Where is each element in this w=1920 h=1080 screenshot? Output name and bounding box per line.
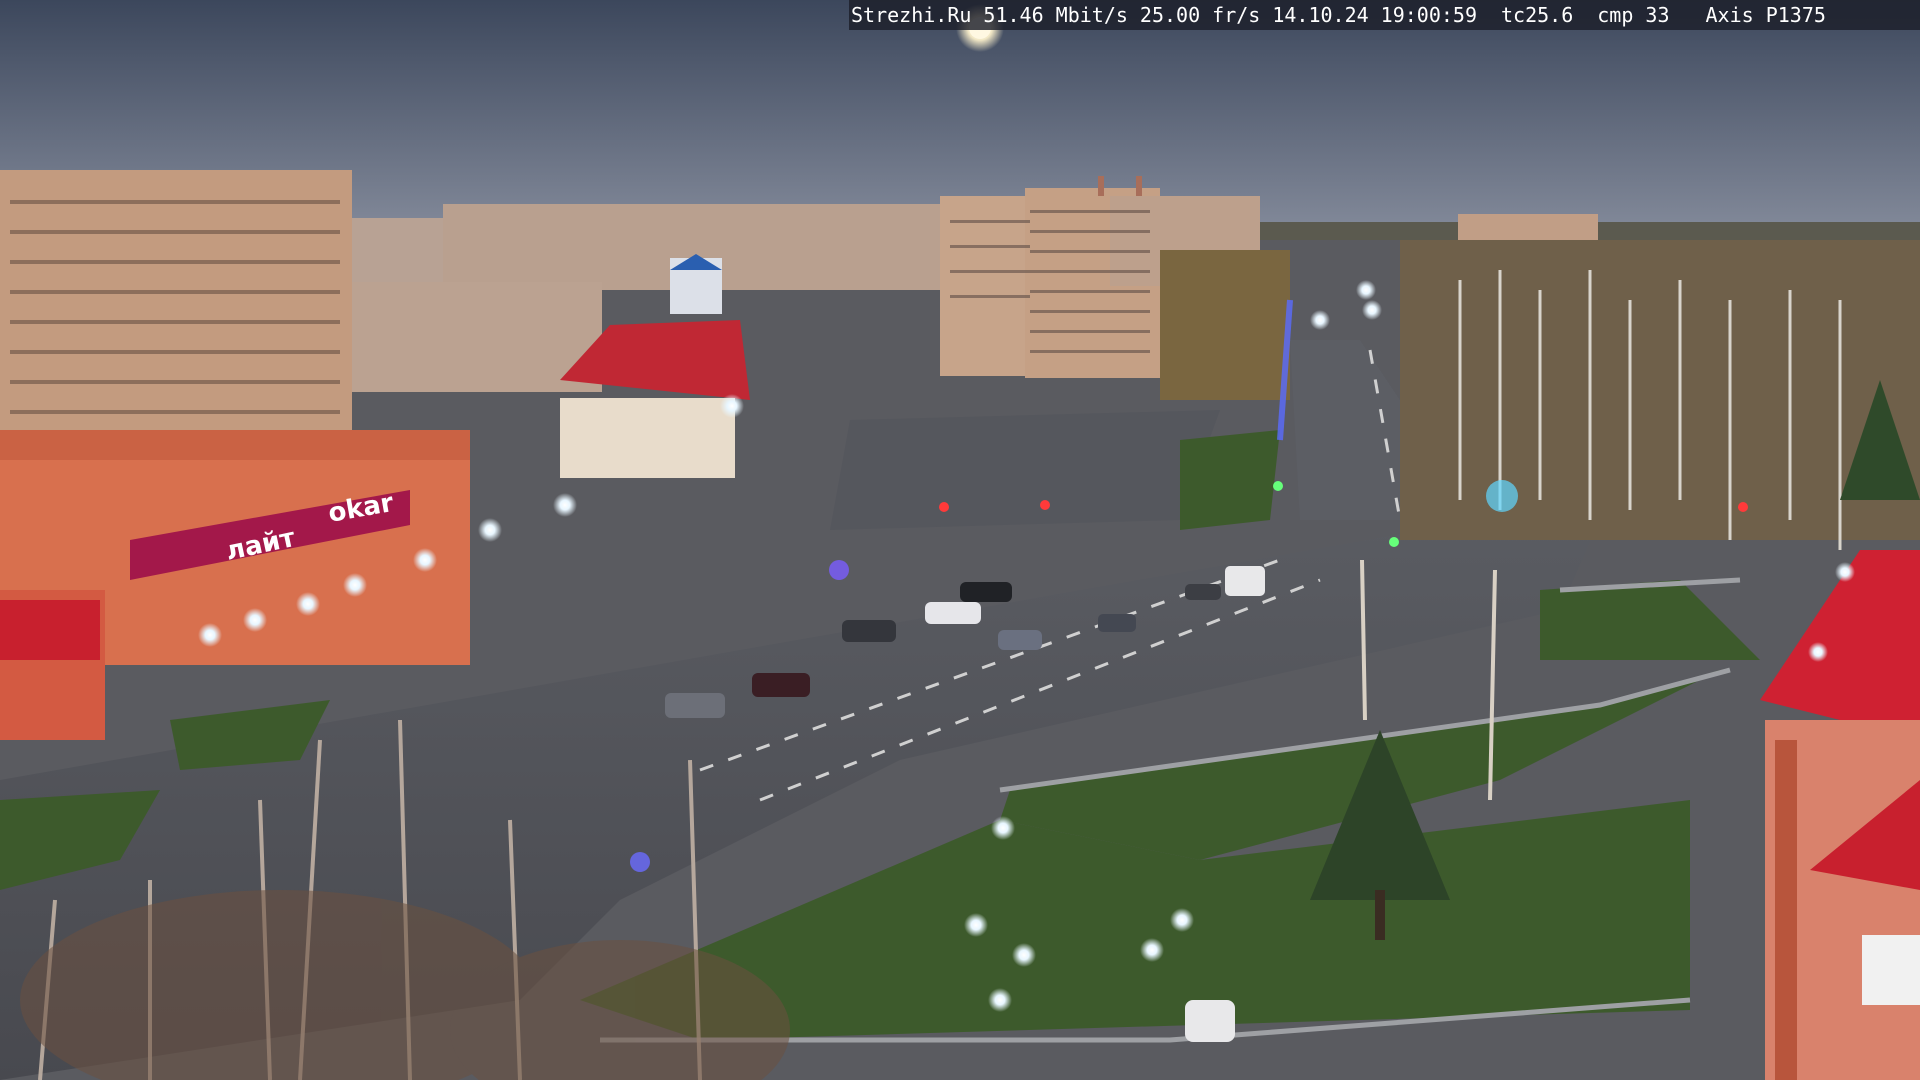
street-scene: лайт okar xyxy=(0,0,1920,1080)
osd-framerate: 25.00 fr/s xyxy=(1139,3,1261,27)
osd-site: Strezhi.Ru xyxy=(851,3,972,27)
plaza xyxy=(830,410,1220,530)
osd-bitrate: 51.46 Mbit/s xyxy=(983,3,1128,27)
osd-date: 14.10.24 xyxy=(1272,3,1369,27)
osd-time: 19:00:59 xyxy=(1380,3,1477,27)
osd-tc: tc25.6 xyxy=(1501,3,1574,27)
osd-camera-model: Axis P1375 xyxy=(1705,3,1826,27)
osd-cmp: cmp 33 xyxy=(1597,3,1670,27)
camera-view: лайт okar Strezhi.Ru 51.46 Mbit/s 25.00 … xyxy=(0,0,1920,1080)
camera-osd-overlay: Strezhi.Ru 51.46 Mbit/s 25.00 fr/s 14.10… xyxy=(849,0,1920,30)
